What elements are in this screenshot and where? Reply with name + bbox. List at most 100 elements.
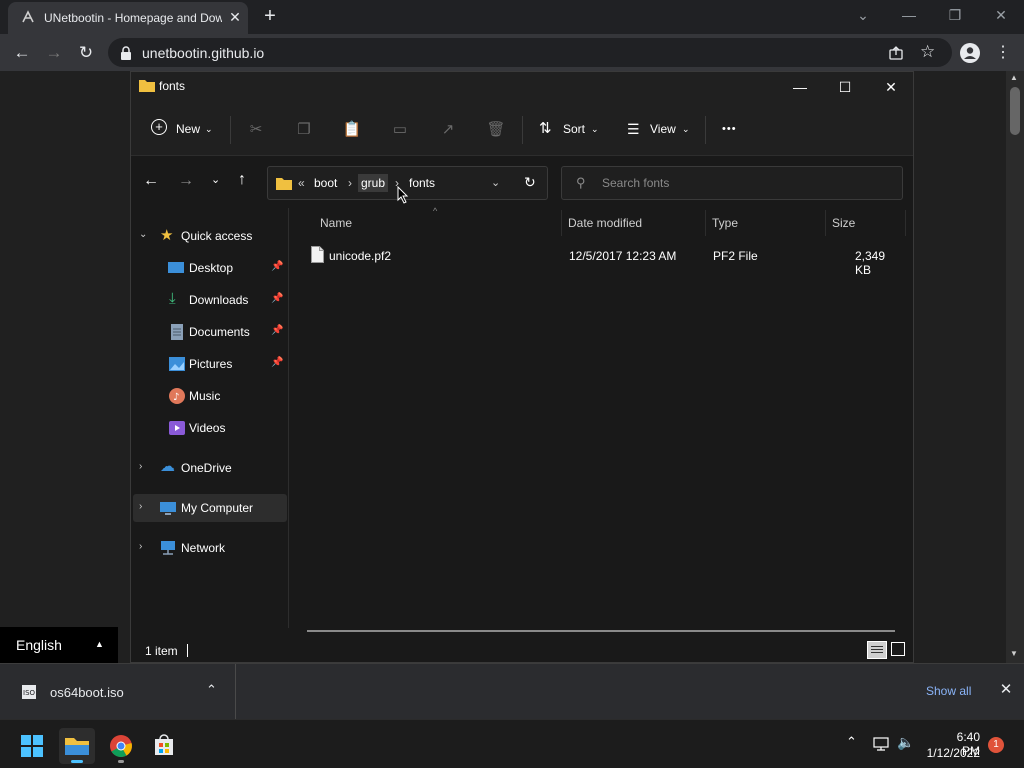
download-item[interactable]: ISO os64boot.iso ⌃ (0, 664, 236, 720)
browser-toolbar: ← → ↻ unetbootin.github.io ☆ ⋮ (0, 34, 1024, 71)
view-button[interactable]: View (650, 116, 676, 142)
refresh-icon[interactable]: ↻ (524, 174, 536, 191)
new-tab-button[interactable]: + (258, 5, 282, 29)
nav-item-videos[interactable]: Videos (131, 414, 287, 442)
chrome-taskbar-icon[interactable] (103, 728, 139, 764)
explorer-maximize-button[interactable]: ☐ (830, 76, 860, 98)
unetbootin-favicon-icon (22, 10, 34, 23)
nav-item-pictures[interactable]: Pictures 📌 (131, 350, 287, 378)
back-arrow-icon[interactable]: ← (143, 172, 159, 190)
bookmark-star-icon[interactable]: ☆ (920, 42, 935, 62)
column-header-name[interactable]: Name (320, 216, 352, 230)
profile-avatar-icon[interactable] (960, 43, 980, 63)
breadcrumb-grub[interactable]: grub (358, 174, 389, 192)
share-icon[interactable] (888, 45, 904, 61)
clock-date[interactable]: 1/12/2022 (926, 746, 980, 760)
column-header-date[interactable]: Date modified (568, 216, 642, 230)
tab-search-icon[interactable]: ⌄ (849, 4, 877, 28)
tray-chevron-up-icon[interactable]: ⌃ (846, 734, 857, 750)
close-download-bar-icon[interactable]: ✕ (996, 680, 1016, 700)
cut-icon[interactable]: ✂ (246, 120, 266, 140)
browser-tab-strip: UNetbootin - Homepage and Downloads ✕ + … (0, 0, 1024, 34)
recent-locations-chevron-icon[interactable]: ⌄ (211, 173, 220, 186)
nav-label: Network (181, 541, 226, 555)
reload-icon[interactable]: ↻ (73, 40, 99, 66)
nav-item-quick-access[interactable]: ⌄ ★ Quick access (131, 222, 287, 250)
nav-item-network[interactable]: › Network (131, 534, 287, 562)
column-divider[interactable] (561, 210, 562, 236)
column-divider[interactable] (905, 210, 906, 236)
sort-chevron-icon[interactable]: ⌄ (591, 116, 599, 142)
iso-file-icon: ISO (22, 685, 36, 699)
download-shelf: ISO os64boot.iso ⌃ Show all ✕ (0, 663, 1024, 720)
expand-chevron-down-icon[interactable]: ⌄ (139, 229, 147, 240)
breadcrumb-chevron-icon[interactable]: › (348, 176, 352, 190)
browser-restore-button[interactable]: ❐ (941, 4, 969, 28)
scroll-up-icon[interactable]: ▲ (1010, 73, 1018, 82)
status-bar: 1 item (131, 638, 913, 662)
sort-button[interactable]: Sort (563, 116, 585, 142)
more-options-icon[interactable]: ••• (722, 116, 737, 142)
new-chevron-icon[interactable]: ⌄ (205, 116, 213, 142)
show-all-link[interactable]: Show all (926, 684, 971, 698)
page-scrollbar[interactable]: ▲ ▼ (1006, 71, 1024, 663)
store-taskbar-icon[interactable] (146, 728, 182, 764)
browser-close-button[interactable]: ✕ (987, 4, 1015, 28)
column-divider[interactable] (705, 210, 706, 236)
nav-item-music[interactable]: ♪ Music (131, 382, 287, 410)
nav-label: Documents (189, 325, 250, 339)
nav-item-documents[interactable]: Documents 📌 (131, 318, 287, 346)
notification-badge[interactable]: 1 (988, 737, 1004, 753)
new-button[interactable]: New (176, 116, 200, 142)
column-divider[interactable] (825, 210, 826, 236)
view-chevron-icon[interactable]: ⌄ (682, 116, 690, 142)
browser-minimize-button[interactable]: — (895, 4, 923, 28)
rename-icon[interactable]: ▭ (390, 120, 410, 140)
search-input[interactable]: ⚲ Search fonts (561, 166, 903, 200)
file-explorer-taskbar-icon[interactable] (59, 728, 95, 764)
up-arrow-icon[interactable]: ↑ (238, 171, 246, 189)
windows-start-icon[interactable] (14, 728, 50, 764)
paste-icon[interactable]: 📋 (342, 120, 362, 140)
tab-close-icon[interactable]: ✕ (226, 8, 244, 26)
forward-arrow-icon[interactable]: → (41, 40, 67, 66)
delete-icon[interactable]: 🗑 (486, 120, 506, 140)
explorer-minimize-button[interactable]: — (785, 76, 815, 98)
menu-kebab-icon[interactable]: ⋮ (990, 40, 1016, 66)
search-icon: ⚲ (576, 175, 586, 190)
network-monitor-icon[interactable] (873, 736, 889, 752)
volume-icon[interactable]: 🔈 (897, 734, 914, 751)
table-row[interactable]: unicode.pf2 12/5/2017 12:23 AM PF2 File … (301, 244, 901, 277)
back-arrow-icon[interactable]: ← (9, 40, 35, 66)
music-icon: ♪ (169, 388, 185, 404)
details-view-icon[interactable] (867, 641, 887, 659)
breadcrumb-overflow[interactable]: « (298, 176, 305, 190)
scroll-down-icon[interactable]: ▼ (1010, 649, 1018, 658)
browser-tab[interactable]: UNetbootin - Homepage and Downloads ✕ (8, 2, 248, 34)
column-header-type[interactable]: Type (712, 216, 738, 230)
computer-icon (160, 502, 176, 515)
expand-chevron-right-icon[interactable]: › (139, 501, 142, 512)
explorer-close-button[interactable]: ✕ (876, 76, 906, 98)
nav-item-onedrive[interactable]: › ☁ OneDrive (131, 454, 287, 482)
column-header-size[interactable]: Size (832, 216, 855, 230)
tiles-view-icon[interactable] (891, 642, 905, 656)
nav-item-downloads[interactable]: ⤓ Downloads 📌 (131, 286, 287, 314)
address-bar[interactable]: unetbootin.github.io ☆ (108, 38, 952, 67)
nav-item-my-computer[interactable]: › My Computer (133, 494, 287, 522)
copy-icon[interactable]: ❐ (294, 120, 314, 140)
expand-chevron-right-icon[interactable]: › (139, 541, 142, 552)
chevron-up-icon[interactable]: ⌃ (206, 682, 217, 698)
nav-item-desktop[interactable]: Desktop 📌 (131, 254, 287, 282)
breadcrumb-boot[interactable]: boot (314, 176, 337, 190)
language-selector[interactable]: English ▲ (0, 627, 118, 663)
chrome-icon (110, 735, 132, 757)
expand-chevron-right-icon[interactable]: › (139, 461, 142, 472)
share-icon[interactable]: ↗ (438, 120, 458, 140)
breadcrumb-fonts[interactable]: fonts (409, 176, 435, 190)
scroll-thumb[interactable] (1010, 87, 1020, 135)
horizontal-scrollbar[interactable] (307, 630, 895, 632)
forward-arrow-icon[interactable]: → (178, 172, 194, 190)
address-dropdown-icon[interactable]: ⌄ (491, 176, 500, 189)
item-count: 1 item (145, 644, 178, 658)
